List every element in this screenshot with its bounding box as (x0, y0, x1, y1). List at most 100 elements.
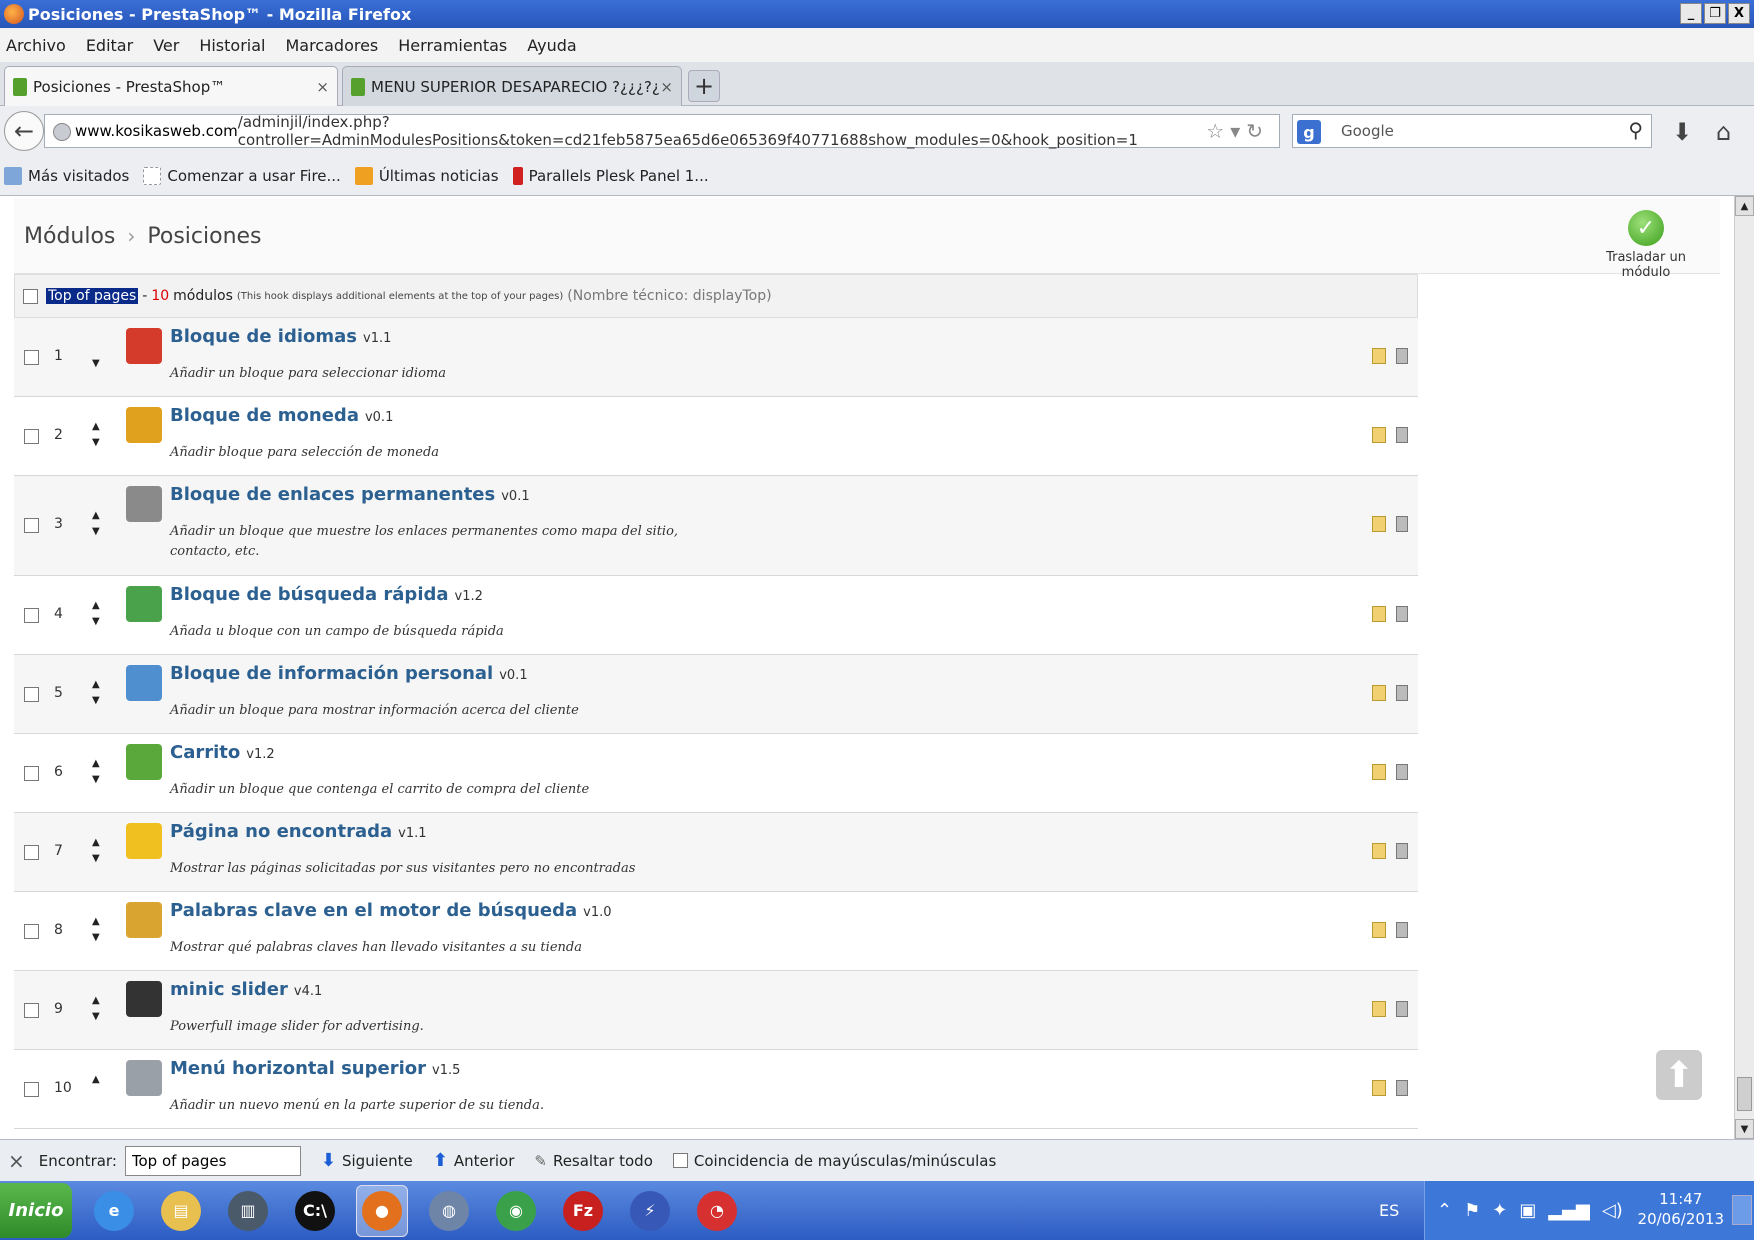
edit-icon[interactable] (1372, 922, 1386, 938)
module-title[interactable]: Palabras clave en el motor de búsqueda v1… (170, 900, 612, 921)
url-bar[interactable]: www.kosikasweb.com/adminjil/index.php?co… (44, 113, 1280, 149)
scrollbar-thumb[interactable] (1737, 1077, 1752, 1111)
magnifier-icon[interactable]: ⚲ (1628, 118, 1643, 142)
module-select-checkbox[interactable] (24, 1082, 39, 1097)
match-case-checkbox[interactable] (672, 1153, 688, 1168)
module-title[interactable]: Página no encontrada v1.1 (170, 821, 427, 842)
reorder-arrows-icon[interactable]: ▲ ▼ (92, 508, 100, 540)
trash-icon[interactable] (1396, 427, 1408, 443)
menu-ayuda[interactable]: Ayuda (527, 36, 576, 55)
scroll-up-icon[interactable]: ▲ (1735, 196, 1754, 216)
bookmark-parallels[interactable]: Parallels Plesk Panel 1... (512, 166, 709, 185)
bookmark-star-icon[interactable]: ☆▾↻ (1206, 119, 1269, 143)
bookmark-ultimas-noticias[interactable]: Últimas noticias (354, 166, 499, 185)
module-select-checkbox[interactable] (24, 845, 39, 860)
cmd-icon[interactable]: C:\ (289, 1185, 341, 1237)
module-title[interactable]: Menú horizontal superior v1.5 (170, 1058, 460, 1079)
folder-icon[interactable]: ▤ (155, 1185, 207, 1237)
scroll-down-icon[interactable]: ▼ (1735, 1119, 1754, 1139)
security-icon[interactable]: ✦ (1492, 1200, 1507, 1221)
scroll-top-button[interactable]: ⬆ (1656, 1050, 1702, 1100)
minimize-button[interactable]: _ (1680, 3, 1702, 24)
tab-menu-superior[interactable]: MENU SUPERIOR DESAPARECIO ?¿¿¿?¿... × (342, 66, 682, 106)
trash-icon[interactable] (1396, 348, 1408, 364)
system-clock[interactable]: 11:47 20/06/2013 (1638, 1189, 1724, 1229)
module-select-checkbox[interactable] (24, 350, 39, 365)
menu-ver[interactable]: Ver (153, 36, 179, 55)
module-select-checkbox[interactable] (24, 687, 39, 702)
firefox-icon[interactable]: ● (356, 1184, 408, 1237)
trash-icon[interactable] (1396, 685, 1408, 701)
home-icon[interactable]: ⌂ (1716, 118, 1731, 146)
search-bar[interactable]: g Google ⚲ (1292, 114, 1652, 148)
start-button[interactable]: Inicio (0, 1183, 72, 1238)
trash-icon[interactable] (1396, 764, 1408, 780)
module-select-checkbox[interactable] (24, 766, 39, 781)
network-signal-icon[interactable]: ▂▄▆ (1548, 1200, 1590, 1221)
reorder-arrows-icon[interactable]: ▲ ▼ (92, 598, 100, 630)
trash-icon[interactable] (1396, 922, 1408, 938)
tab-posiciones[interactable]: Posiciones - PrestaShop™ × (4, 66, 338, 106)
bookmark-comenzar[interactable]: Comenzar a usar Fire... (143, 166, 341, 185)
network-icon[interactable]: ▥ (222, 1185, 274, 1237)
edit-icon[interactable] (1372, 516, 1386, 532)
module-select-checkbox[interactable] (24, 429, 39, 444)
back-button[interactable]: ← (4, 111, 44, 151)
module-title[interactable]: minic slider v4.1 (170, 979, 322, 1000)
chrome-icon[interactable]: ◉ (490, 1185, 542, 1237)
trash-icon[interactable] (1396, 1001, 1408, 1017)
match-case-option[interactable]: Coincidencia de mayúsculas/minúsculas (672, 1152, 996, 1170)
reorder-arrows-icon[interactable]: ▲ ▼ (92, 677, 100, 709)
module-title[interactable]: Bloque de enlaces permanentes v0.1 (170, 484, 530, 505)
close-window-button[interactable]: X (1728, 3, 1750, 24)
reorder-arrows-icon[interactable]: ▲ (92, 1072, 100, 1088)
hook-select-checkbox[interactable] (23, 288, 38, 304)
language-indicator[interactable]: ES (1379, 1201, 1399, 1220)
filezilla-icon[interactable]: Fz (557, 1185, 609, 1237)
volume-icon[interactable]: ◁) (1602, 1200, 1623, 1221)
menu-editar[interactable]: Editar (86, 36, 133, 55)
trash-icon[interactable] (1396, 606, 1408, 622)
module-select-checkbox[interactable] (24, 1003, 39, 1018)
edit-icon[interactable] (1372, 1080, 1386, 1096)
trash-icon[interactable] (1396, 516, 1408, 532)
remote-icon[interactable]: ⚡ (624, 1185, 676, 1237)
reorder-arrows-icon[interactable]: ▲ ▼ (92, 914, 100, 946)
module-title[interactable]: Bloque de idiomas v1.1 (170, 326, 391, 347)
expand-tray-icon[interactable]: ⌃ (1437, 1200, 1452, 1221)
find-next-button[interactable]: ⬇ Siguiente (321, 1150, 413, 1171)
action-center-icon[interactable]: ⚑ (1464, 1200, 1480, 1221)
find-previous-button[interactable]: ⬆ Anterior (433, 1150, 515, 1171)
close-find-icon[interactable]: × (8, 1149, 25, 1173)
close-tab-button[interactable]: × (660, 78, 673, 96)
trash-icon[interactable] (1396, 1080, 1408, 1096)
new-tab-button[interactable]: + (688, 70, 720, 102)
module-title[interactable]: Carrito v1.2 (170, 742, 275, 763)
module-select-checkbox[interactable] (24, 518, 39, 533)
google-engine-icon[interactable]: g (1297, 120, 1321, 144)
module-title[interactable]: Bloque de moneda v0.1 (170, 405, 393, 426)
edit-icon[interactable] (1372, 427, 1386, 443)
menu-archivo[interactable]: Archivo (6, 36, 66, 55)
page-scrollbar[interactable]: ▲ ▼ (1734, 196, 1754, 1139)
reorder-arrows-icon[interactable]: ▲ ▼ (92, 835, 100, 867)
show-desktop-button[interactable] (1732, 1195, 1752, 1225)
site-identity-icon[interactable] (53, 123, 71, 141)
breadcrumb-modules[interactable]: Módulos (24, 224, 115, 249)
reorder-arrows-icon[interactable]: ▲ ▼ (92, 756, 100, 788)
reorder-arrows-icon[interactable]: ▲ ▼ (92, 419, 100, 451)
app-icon[interactable]: ◔ (691, 1185, 743, 1237)
maximize-button[interactable]: ❐ (1704, 3, 1726, 24)
edit-icon[interactable] (1372, 348, 1386, 364)
reorder-arrows-icon[interactable]: ▼ (92, 340, 100, 372)
move-module-button[interactable]: ✓ Trasladar un módulo (1586, 210, 1706, 280)
module-title[interactable]: Bloque de información personal v0.1 (170, 663, 528, 684)
trash-icon[interactable] (1396, 843, 1408, 859)
menu-herramientas[interactable]: Herramientas (398, 36, 507, 55)
module-select-checkbox[interactable] (24, 608, 39, 623)
close-tab-button[interactable]: × (316, 78, 329, 96)
find-input[interactable] (124, 1145, 301, 1176)
device-icon[interactable]: ▣ (1519, 1200, 1536, 1221)
edit-icon[interactable] (1372, 1001, 1386, 1017)
bookmark-mas-visitados[interactable]: Más visitados (4, 166, 129, 185)
